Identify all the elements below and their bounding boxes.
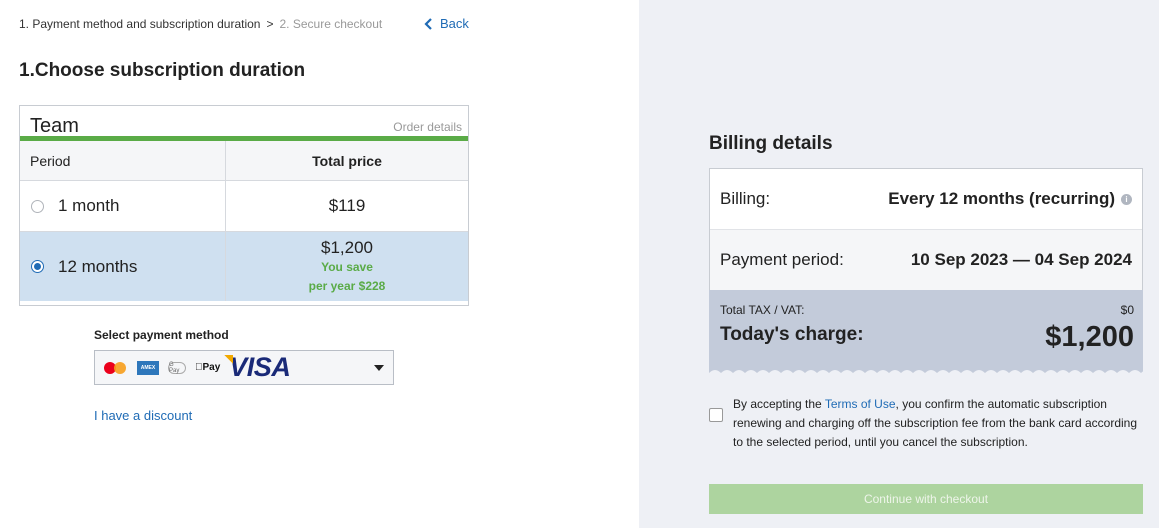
- chevron-down-icon: [374, 365, 384, 371]
- plan-selection-panel: 1. Payment method and subscription durat…: [0, 0, 639, 528]
- price-value: $1,200: [321, 237, 373, 257]
- breadcrumb: 1. Payment method and subscription durat…: [19, 17, 382, 31]
- period-label: 12 months: [58, 256, 138, 276]
- section-title: 1.Choose subscription duration: [19, 60, 306, 81]
- billing-details-box: Billing: Every 12 months (recurring) i P…: [709, 168, 1143, 290]
- terms-text: By accepting the Terms of Use, you confi…: [733, 395, 1149, 452]
- breadcrumb-separator: >: [266, 17, 274, 31]
- billing-label: Billing:: [720, 189, 771, 208]
- column-header-price: Total price: [312, 153, 382, 169]
- todays-charge-value: $1,200: [1045, 321, 1134, 353]
- price-cell: $1,200 You save per year $228: [226, 232, 468, 301]
- charge-summary: Total TAX / VAT: $0 Today's charge: $1,2…: [709, 290, 1143, 377]
- period-cell: 1 month: [20, 181, 226, 231]
- receipt-edge: [709, 370, 1143, 377]
- payment-method-label: Select payment method: [94, 328, 229, 342]
- billing-row: Billing: Every 12 months (recurring) i: [710, 169, 1142, 229]
- savings-line-1: You save: [321, 259, 373, 274]
- plan-table: Team Order details Period Total price 1 …: [19, 105, 469, 306]
- billing-value-wrap: Every 12 months (recurring) i: [888, 189, 1132, 209]
- period-cell: 12 months: [20, 232, 226, 301]
- gpay-icon: G Pay: [168, 361, 186, 374]
- terms-prefix: By accepting the: [733, 397, 825, 411]
- mastercard-icon: [104, 361, 128, 375]
- amex-icon: AMEX: [137, 360, 159, 375]
- billing-panel: Billing details Billing: Every 12 months…: [639, 0, 1159, 528]
- radio-12-months[interactable]: [31, 260, 44, 273]
- plan-header: Team Order details: [20, 106, 468, 141]
- apple-pay-icon: Pay: [195, 362, 220, 373]
- order-details-link[interactable]: Order details: [393, 120, 462, 134]
- terms-checkbox[interactable]: [709, 408, 723, 422]
- plan-option-1-month[interactable]: 1 month $119: [20, 181, 468, 232]
- plan-column-headers: Period Total price: [20, 141, 468, 181]
- plan-name: Team: [30, 115, 79, 137]
- back-label: Back: [440, 16, 469, 31]
- radio-1-month[interactable]: [31, 199, 44, 213]
- column-header-period: Period: [20, 141, 226, 180]
- billing-title: Billing details: [709, 133, 833, 154]
- tax-value: $0: [1120, 303, 1134, 317]
- payment-period-label: Payment period:: [720, 250, 844, 269]
- chevron-left-icon: [424, 17, 432, 30]
- breadcrumb-step-1[interactable]: 1. Payment method and subscription durat…: [19, 17, 260, 31]
- period-label: 1 month: [58, 196, 120, 215]
- plan-option-12-months[interactable]: 12 months $1,200 You save per year $228: [20, 232, 468, 301]
- price-value: $119: [328, 196, 366, 215]
- info-icon[interactable]: i: [1121, 193, 1132, 205]
- continue-checkout-button[interactable]: Continue with checkout: [709, 484, 1143, 514]
- payment-method-select[interactable]: AMEX G Pay Pay VISA: [94, 350, 394, 385]
- back-button[interactable]: Back: [424, 16, 469, 31]
- price-cell: $119: [226, 181, 468, 231]
- visa-logo: VISA: [229, 352, 291, 383]
- payment-period-value: 10 Sep 2023 — 04 Sep 2024: [910, 250, 1132, 269]
- payment-period-row: Payment period: 10 Sep 2023 — 04 Sep 202…: [710, 229, 1142, 290]
- savings-line-2: per year $228: [308, 278, 386, 293]
- tax-label: Total TAX / VAT:: [720, 303, 805, 317]
- todays-charge-label: Today's charge:: [720, 324, 864, 345]
- billing-value: Every 12 months (recurring): [888, 189, 1115, 208]
- breadcrumb-step-2: 2. Secure checkout: [279, 17, 383, 31]
- terms-of-use-link[interactable]: Terms of Use: [825, 397, 896, 411]
- discount-link[interactable]: I have a discount: [94, 408, 192, 423]
